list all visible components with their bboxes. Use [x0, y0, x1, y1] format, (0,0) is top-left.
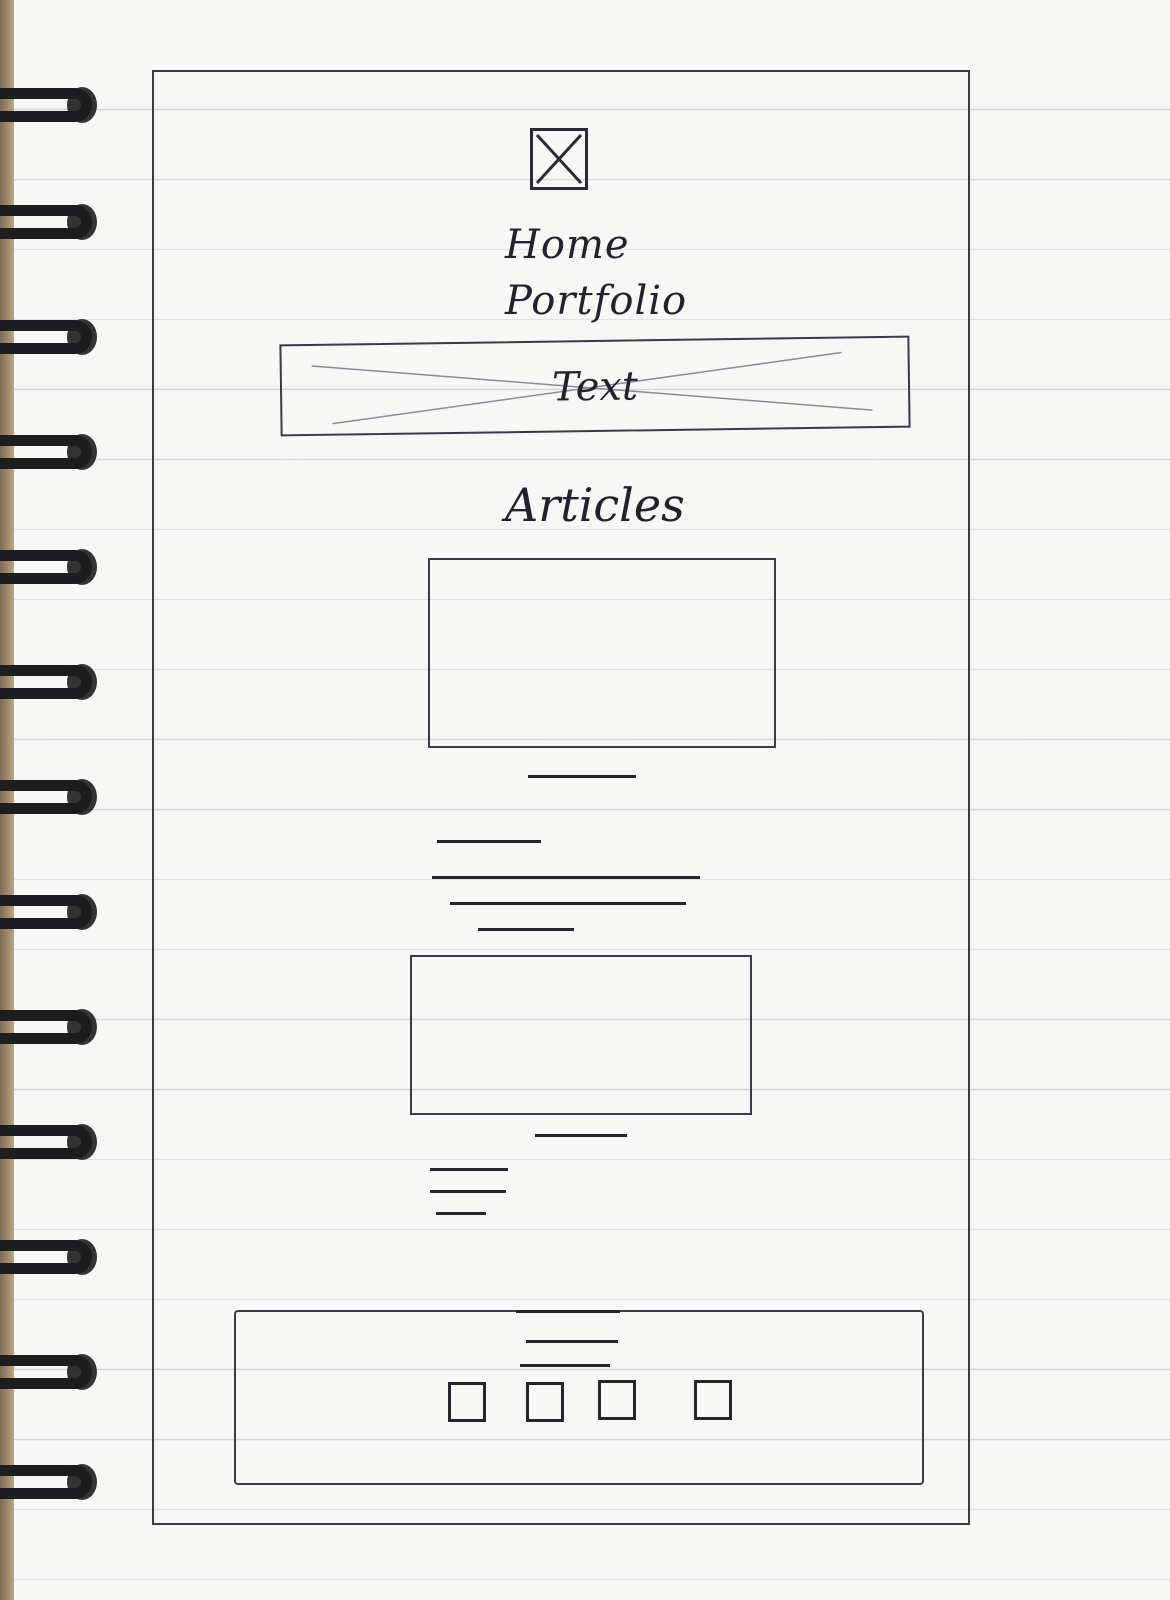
article-title-line	[528, 775, 636, 778]
article-text-line	[430, 1190, 506, 1193]
article-text-line	[450, 902, 686, 905]
social-icon[interactable]	[598, 1380, 636, 1420]
footer	[234, 1310, 924, 1485]
logo-placeholder-icon[interactable]	[530, 128, 588, 190]
article-text-line	[432, 876, 700, 879]
spiral-ring	[0, 87, 97, 123]
spiral-ring	[0, 779, 97, 815]
nav-link-portfolio[interactable]: Portfolio	[505, 278, 687, 324]
spiral-ring	[0, 894, 97, 930]
article-image-placeholder[interactable]	[410, 955, 752, 1115]
spiral-ring	[0, 319, 97, 355]
spiral-ring	[0, 549, 97, 585]
social-icon[interactable]	[526, 1382, 564, 1422]
spiral-ring	[0, 434, 97, 470]
spiral-ring	[0, 1009, 97, 1045]
footer-text-line	[516, 1310, 620, 1313]
article-text-line	[430, 1168, 508, 1171]
footer-text-line	[526, 1340, 618, 1343]
article-text-line	[436, 1212, 486, 1215]
spiral-ring	[0, 1239, 97, 1275]
articles-heading: Articles	[505, 478, 685, 532]
spiral-binding	[0, 0, 110, 1600]
nav-link-home[interactable]: Home	[505, 222, 630, 268]
article-title-line	[535, 1134, 627, 1137]
spiral-ring	[0, 1124, 97, 1160]
spiral-ring	[0, 204, 97, 240]
spiral-ring	[0, 1464, 97, 1500]
footer-text-line	[520, 1364, 610, 1367]
article-text-line	[437, 840, 541, 843]
banner-text: Text	[551, 363, 639, 411]
article-image-placeholder[interactable]	[428, 558, 776, 748]
spiral-ring	[0, 664, 97, 700]
social-icon[interactable]	[694, 1380, 732, 1420]
hero-banner-placeholder: Text	[279, 335, 911, 437]
spiral-ring	[0, 1354, 97, 1390]
article-text-line	[478, 928, 574, 931]
social-icon[interactable]	[448, 1382, 486, 1422]
